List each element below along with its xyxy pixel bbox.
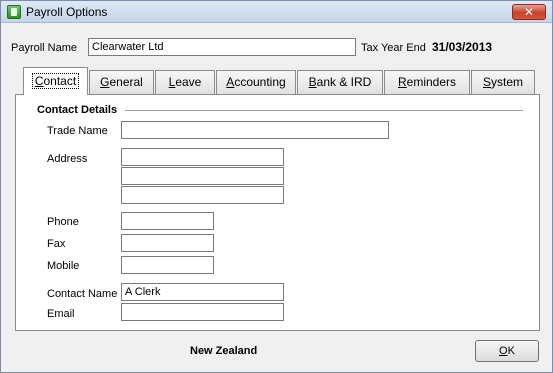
tab-system-label: System (483, 75, 523, 89)
tab-contact-label: Contact (31, 73, 80, 89)
tab-general-rest: eneral (109, 75, 143, 89)
contact-name-input[interactable]: A Clerk (121, 283, 284, 301)
payroll-name-input[interactable]: Clearwater Ltd (88, 38, 356, 56)
email-input[interactable] (121, 303, 284, 321)
app-icon (7, 5, 21, 19)
address-line-3-input[interactable] (121, 186, 284, 204)
ok-rest: K (507, 345, 515, 357)
window-title: Payroll Options (26, 5, 108, 19)
tab-reminders[interactable]: Reminders (384, 70, 470, 94)
contact-name-label: Contact Name (47, 288, 118, 300)
country-label: New Zealand (190, 345, 258, 357)
address-label: Address (47, 153, 88, 165)
mobile-label: Mobile (47, 260, 80, 272)
tab-reminders-label: Reminders (398, 75, 456, 89)
contact-details-heading: Contact Details (37, 104, 118, 116)
tab-bank-ird[interactable]: Bank & IRD (297, 70, 383, 94)
tab-contact-rest: ontact (43, 74, 77, 88)
tax-year-end-value: 31/03/2013 (432, 40, 493, 54)
tab-accounting-label: Accounting (226, 75, 285, 89)
tab-system-rest: ystem (491, 75, 524, 89)
tab-reminders-mnemonic: R (397, 75, 407, 89)
tab-accounting[interactable]: Accounting (216, 70, 296, 94)
tab-leave[interactable]: Leave (155, 70, 215, 94)
tab-general[interactable]: General (89, 70, 154, 94)
ok-button[interactable]: OK (475, 340, 539, 362)
tab-bank-ird-mnemonic: B (308, 75, 317, 89)
tab-leave-label: Leave (169, 75, 202, 89)
phone-input[interactable] (121, 212, 214, 230)
fax-label: Fax (47, 238, 66, 250)
payroll-name-label: Payroll Name (11, 42, 78, 54)
trade-name-label: Trade Name (47, 125, 108, 137)
tab-system-mnemonic: S (482, 75, 491, 89)
tax-year-end-label: Tax Year End (361, 42, 426, 54)
tab-accounting-rest: ccounting (234, 75, 286, 89)
close-icon: ✕ (523, 5, 535, 19)
tab-reminders-rest: eminders (406, 75, 457, 89)
tab-general-label: General (100, 75, 143, 89)
title-bar[interactable]: Payroll Options ✕ (1, 1, 552, 23)
address-line-1-input[interactable] (121, 148, 284, 166)
ok-mnemonic: O (499, 345, 508, 357)
fax-input[interactable] (121, 234, 214, 252)
tab-bank-ird-rest: ank & IRD (316, 75, 372, 89)
phone-label: Phone (47, 216, 79, 228)
address-line-2-input[interactable] (121, 167, 284, 185)
trade-name-input[interactable] (121, 121, 389, 139)
tab-system[interactable]: System (471, 70, 535, 94)
tab-leave-rest: eave (175, 75, 202, 89)
tab-bank-ird-label: Bank & IRD (309, 75, 372, 89)
email-label: Email (47, 308, 75, 320)
mobile-input[interactable] (121, 256, 214, 274)
section-divider (125, 110, 523, 111)
tab-contact[interactable]: Contact (23, 67, 88, 95)
close-button[interactable]: ✕ (512, 4, 546, 20)
